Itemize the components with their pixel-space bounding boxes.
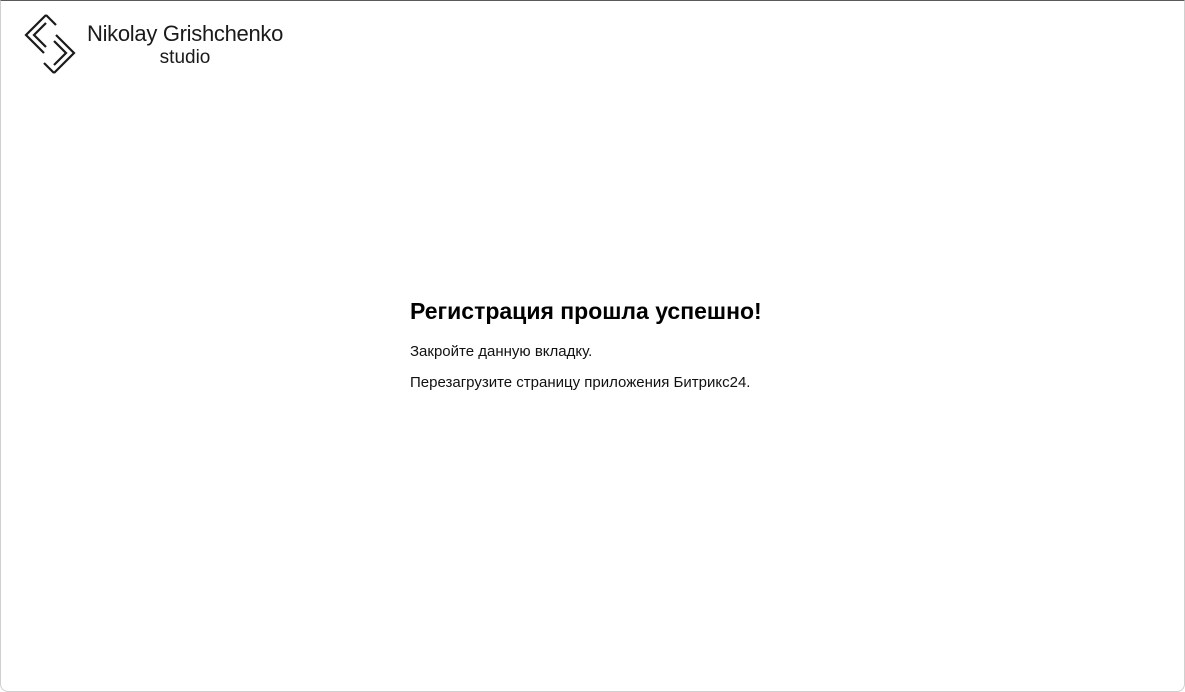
brand-subtitle: studio xyxy=(159,47,211,68)
brand-header[interactable]: Nikolay Grishchenko studio xyxy=(24,13,283,75)
brand-text: Nikolay Grishchenko studio xyxy=(87,21,283,69)
page-title: Регистрация прошла успешно! xyxy=(410,298,762,324)
page-frame: Nikolay Grishchenko studio Регистрация п… xyxy=(0,0,1185,692)
success-message: Регистрация прошла успешно! Закройте дан… xyxy=(410,295,762,404)
instruction-reload-app: Перезагрузите страницу приложения Битрик… xyxy=(410,374,751,391)
studio-logo-icon xyxy=(24,14,76,74)
brand-name: Nikolay Grishchenko xyxy=(87,21,284,46)
instruction-close-tab: Закройте данную вкладку. xyxy=(410,343,593,360)
